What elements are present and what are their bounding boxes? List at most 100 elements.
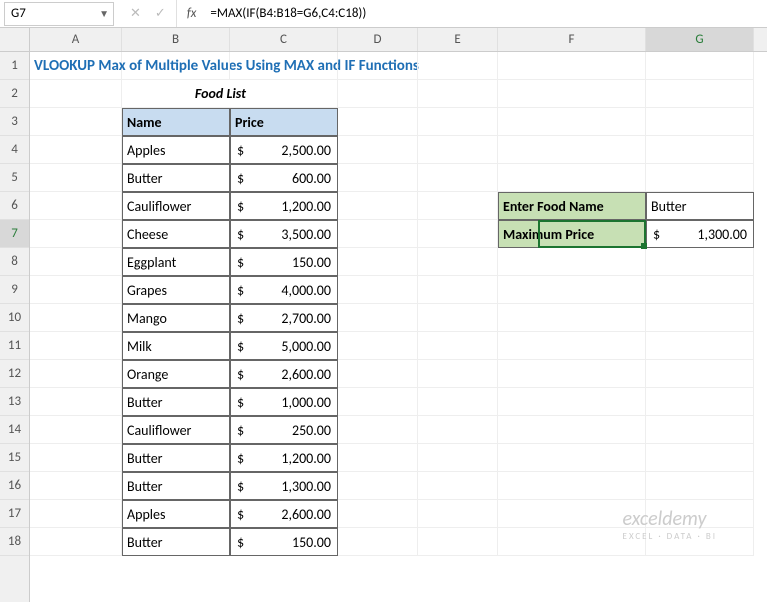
cell[interactable] [30, 332, 122, 360]
table-cell-name[interactable]: Cauliflower [122, 192, 230, 220]
cell[interactable] [30, 192, 122, 220]
row-header[interactable]: 14 [0, 416, 29, 444]
row-header[interactable]: 7 [0, 220, 29, 248]
cell[interactable] [646, 332, 754, 360]
cell[interactable]: VLOOKUP Max of Multiple Values Using MAX… [30, 52, 122, 80]
name-box[interactable]: G7 ▼ [4, 2, 114, 26]
table-cell-name[interactable]: Butter [122, 472, 230, 500]
table-cell-price[interactable]: $150.00 [230, 248, 338, 276]
cell[interactable] [498, 108, 646, 136]
row-header[interactable]: 8 [0, 248, 29, 276]
table-cell-name[interactable]: Grapes [122, 276, 230, 304]
cell[interactable] [498, 332, 646, 360]
cell[interactable] [338, 416, 418, 444]
table-cell-name[interactable]: Cheese [122, 220, 230, 248]
max-price-label[interactable]: Maximum Price [498, 220, 646, 248]
row-header[interactable]: 12 [0, 360, 29, 388]
table-cell-name[interactable]: Butter [122, 388, 230, 416]
table-cell-price[interactable]: $2,700.00 [230, 304, 338, 332]
cell[interactable] [418, 500, 498, 528]
cell[interactable] [418, 52, 498, 80]
table-cell-price[interactable]: $1,300.00 [230, 472, 338, 500]
table-cell-price[interactable]: $1,200.00 [230, 444, 338, 472]
cell[interactable] [30, 276, 122, 304]
cell[interactable] [498, 416, 646, 444]
cell[interactable] [418, 164, 498, 192]
table-cell-name[interactable]: Cauliflower [122, 416, 230, 444]
enter-food-value[interactable]: Butter [646, 192, 754, 220]
cell[interactable] [418, 332, 498, 360]
cell[interactable] [646, 500, 754, 528]
cell[interactable] [338, 388, 418, 416]
cell[interactable] [498, 136, 646, 164]
table-cell-name[interactable]: Apples [122, 136, 230, 164]
cell[interactable] [338, 80, 418, 108]
row-header[interactable]: 10 [0, 304, 29, 332]
cell[interactable] [498, 444, 646, 472]
cell[interactable] [418, 108, 498, 136]
cell[interactable] [498, 80, 646, 108]
formula-input[interactable]: =MAX(IF(B4:B18=G6,C4:C18)) [206, 6, 767, 21]
cell[interactable] [230, 80, 338, 108]
cell[interactable] [498, 52, 646, 80]
cell[interactable] [418, 444, 498, 472]
cell[interactable] [30, 108, 122, 136]
cell[interactable] [30, 80, 122, 108]
cell[interactable] [30, 472, 122, 500]
cell[interactable] [498, 472, 646, 500]
table-cell-price[interactable]: $3,500.00 [230, 220, 338, 248]
column-header[interactable]: G [646, 28, 754, 51]
row-header[interactable]: 5 [0, 164, 29, 192]
cell[interactable] [30, 248, 122, 276]
cell[interactable] [30, 220, 122, 248]
select-all-corner[interactable] [0, 28, 29, 52]
column-header[interactable]: B [122, 28, 230, 51]
table-cell-price[interactable]: $2,600.00 [230, 500, 338, 528]
cancel-icon[interactable]: ✕ [130, 6, 141, 21]
table-cell-price[interactable]: $150.00 [230, 528, 338, 556]
cell[interactable] [418, 304, 498, 332]
cell[interactable] [498, 304, 646, 332]
table-cell-price[interactable]: $2,600.00 [230, 360, 338, 388]
row-header[interactable]: 4 [0, 136, 29, 164]
cell[interactable] [338, 528, 418, 556]
cell[interactable] [498, 500, 646, 528]
cell[interactable] [338, 248, 418, 276]
cell[interactable] [338, 276, 418, 304]
table-cell-name[interactable]: Milk [122, 332, 230, 360]
cell[interactable] [418, 472, 498, 500]
cell[interactable] [30, 304, 122, 332]
table-cell-price[interactable]: $600.00 [230, 164, 338, 192]
cell[interactable] [338, 52, 418, 80]
cell[interactable] [338, 136, 418, 164]
accept-icon[interactable]: ✓ [155, 6, 166, 21]
cell[interactable] [418, 80, 498, 108]
cell[interactable] [418, 416, 498, 444]
cell[interactable] [418, 528, 498, 556]
cell[interactable] [30, 388, 122, 416]
table-cell-name[interactable]: Orange [122, 360, 230, 388]
cell[interactable] [498, 388, 646, 416]
row-header[interactable]: 2 [0, 80, 29, 108]
cell[interactable] [646, 164, 754, 192]
cell[interactable] [338, 500, 418, 528]
cell[interactable] [498, 164, 646, 192]
cell[interactable] [30, 136, 122, 164]
cell[interactable] [338, 164, 418, 192]
cell[interactable] [338, 472, 418, 500]
table-cell-price[interactable]: $4,000.00 [230, 276, 338, 304]
cell[interactable] [418, 136, 498, 164]
row-header[interactable]: 15 [0, 444, 29, 472]
table-cell-name[interactable]: Butter [122, 444, 230, 472]
cell[interactable] [418, 360, 498, 388]
column-header[interactable]: C [230, 28, 338, 51]
chevron-down-icon[interactable]: ▼ [99, 7, 109, 20]
table-cell-name[interactable]: Mango [122, 304, 230, 332]
cell[interactable] [646, 304, 754, 332]
row-header[interactable]: 13 [0, 388, 29, 416]
cell[interactable] [338, 444, 418, 472]
cell[interactable] [418, 276, 498, 304]
cell[interactable] [498, 276, 646, 304]
cell[interactable] [646, 248, 754, 276]
table-cell-price[interactable]: $1,200.00 [230, 192, 338, 220]
